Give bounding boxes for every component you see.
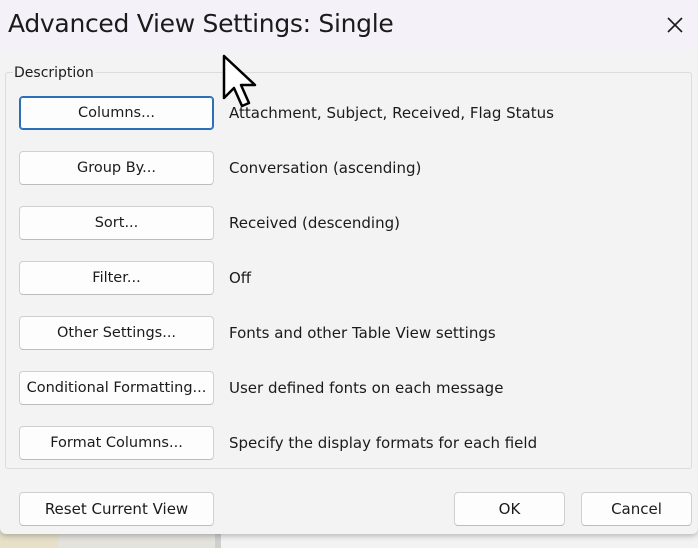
sort-description: Received (descending) xyxy=(229,214,400,232)
cancel-button[interactable]: Cancel xyxy=(581,492,692,526)
ok-button[interactable]: OK xyxy=(454,492,565,526)
other-settings-description: Fonts and other Table View settings xyxy=(229,324,496,342)
filter-button[interactable]: Filter... xyxy=(19,261,214,295)
conditional-formatting-description: User defined fonts on each message xyxy=(229,379,504,397)
columns-description: Attachment, Subject, Received, Flag Stat… xyxy=(229,104,554,122)
dialog-titlebar: Advanced View Settings: Single xyxy=(0,0,698,50)
group-by-button[interactable]: Group By... xyxy=(19,151,214,185)
advanced-view-settings-dialog: Advanced View Settings: Single Descripti… xyxy=(0,0,698,534)
description-group-label: Description xyxy=(13,65,95,81)
columns-button[interactable]: Columns... xyxy=(19,96,214,130)
close-icon xyxy=(667,17,683,33)
filter-description: Off xyxy=(229,269,252,287)
sort-button[interactable]: Sort... xyxy=(19,206,214,240)
format-columns-description: Specify the display formats for each fie… xyxy=(229,434,538,452)
dialog-title: Advanced View Settings: Single xyxy=(8,9,394,38)
format-columns-button[interactable]: Format Columns... xyxy=(19,426,214,460)
reset-current-view-button[interactable]: Reset Current View xyxy=(19,492,214,526)
group-by-description: Conversation (ascending) xyxy=(229,159,422,177)
other-settings-button[interactable]: Other Settings... xyxy=(19,316,214,350)
close-button[interactable] xyxy=(660,8,690,42)
conditional-formatting-button[interactable]: Conditional Formatting... xyxy=(19,371,214,405)
